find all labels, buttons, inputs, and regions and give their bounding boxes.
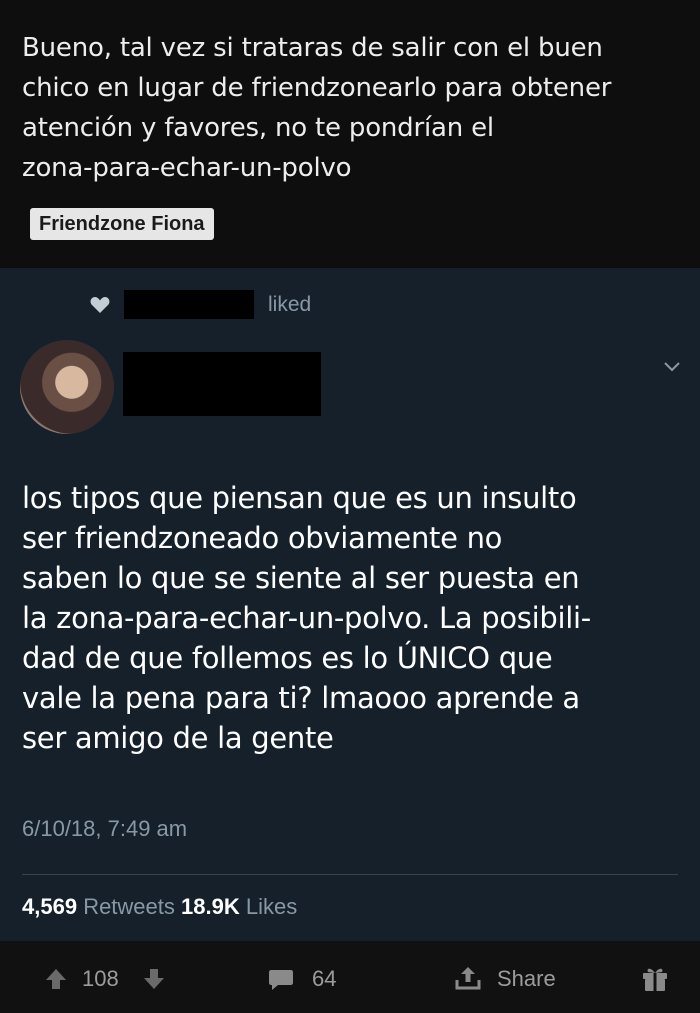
divider	[22, 874, 678, 875]
tweet-line: ser friendzoneado obviamente no	[22, 521, 503, 555]
tweet-line: dad de que follemos es lo ÚNICO que	[22, 641, 553, 675]
tweet-line: vale la pena para ti? lmaooo aprende a	[22, 681, 580, 715]
likes-count[interactable]: 18.9K	[181, 894, 240, 919]
avatar[interactable]	[20, 340, 114, 434]
comment-icon[interactable]	[268, 968, 294, 992]
liked-label: liked	[268, 293, 312, 316]
caption-line: Bueno, tal vez si trataras de salir con …	[22, 33, 603, 63]
upvote-icon[interactable]	[44, 967, 68, 991]
caption-line: zona-para-echar-un-polvo	[22, 153, 352, 183]
comment-count[interactable]: 64	[312, 965, 336, 993]
tweet-timestamp[interactable]: 6/10/18, 7:49 am	[22, 816, 187, 842]
caption-line: atención y favores, no te pondrían el	[22, 113, 494, 143]
tweet-line: los tipos que piensan que es un insulto	[22, 481, 577, 515]
downvote-icon[interactable]	[142, 967, 166, 991]
caption-panel: Bueno, tal vez si trataras de salir con …	[0, 0, 700, 268]
chevron-down-icon[interactable]	[662, 360, 682, 374]
meme-tag: Friendzone Fiona	[30, 208, 214, 240]
heart-icon	[90, 297, 110, 313]
upvote-count: 108	[82, 966, 119, 991]
tweet-line: la zona-para-echar-un-polvo. La posibili…	[22, 601, 591, 635]
gift-icon[interactable]	[641, 965, 669, 993]
action-bar: 108 64 Share	[0, 941, 700, 1013]
caption-text: Bueno, tal vez si trataras de salir con …	[22, 28, 682, 188]
redacted-username	[124, 290, 254, 319]
tweet-stats: 4,569 Retweets 18.9K Likes	[22, 894, 297, 920]
retweets-count[interactable]: 4,569	[22, 894, 77, 919]
redacted-display-name	[123, 352, 321, 416]
retweets-label[interactable]: Retweets	[83, 894, 175, 919]
caption-line: chico en lugar de friendzonearlo para ob…	[22, 73, 612, 103]
share-button[interactable]: Share	[497, 965, 556, 993]
tweet-line: ser amigo de la gente	[22, 721, 334, 755]
tweet-text: los tipos que piensan que es un insulto …	[22, 478, 682, 758]
share-icon[interactable]	[455, 965, 481, 991]
likes-label[interactable]: Likes	[246, 894, 297, 919]
tweet-line: saben lo que se siente al ser puesta en	[22, 561, 580, 595]
tweet-card: liked los tipos que piensan que es un in…	[0, 268, 700, 941]
